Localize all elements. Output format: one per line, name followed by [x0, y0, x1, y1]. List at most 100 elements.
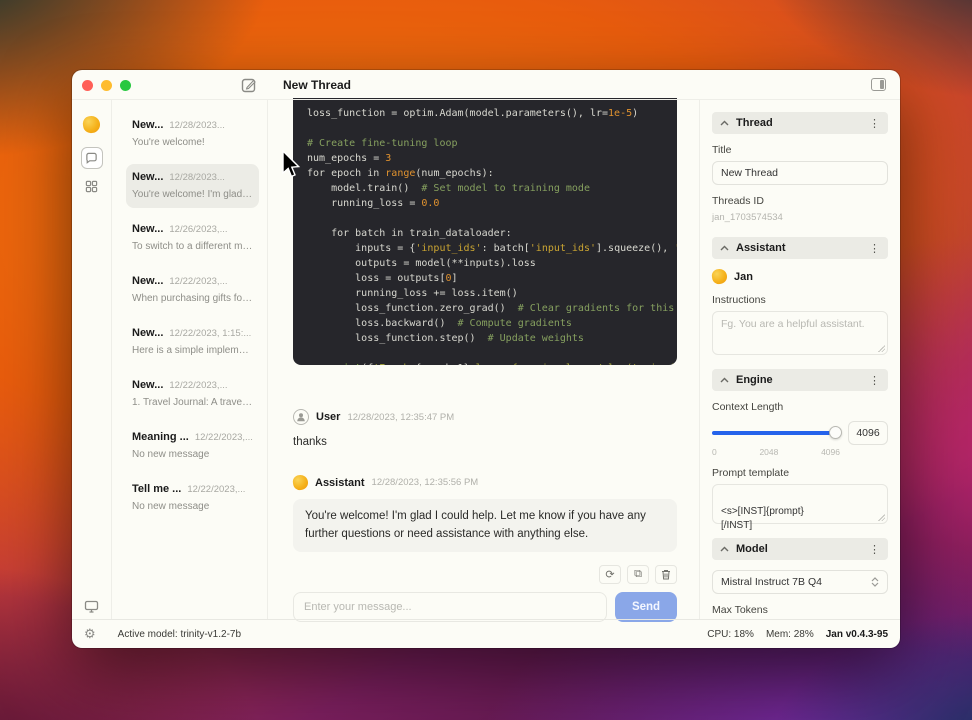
thread-title: New...	[132, 327, 164, 339]
app-version: Jan v0.4.3-95	[825, 628, 888, 640]
sidebar-item-chat[interactable]	[80, 147, 103, 169]
kebab-menu-icon[interactable]: ⋮	[869, 543, 880, 556]
kebab-menu-icon[interactable]: ⋮	[869, 374, 880, 387]
thread-preview: 1. Travel Journal: A travel journ...	[132, 397, 253, 408]
context-length-value: 4096	[848, 421, 888, 445]
assistant-name: Jan	[734, 270, 753, 283]
model-section-header[interactable]: Model ⋮	[712, 538, 888, 560]
threads-id-value: jan_1703574534	[712, 212, 783, 223]
message-actions: ⟳ ⧉	[293, 564, 677, 584]
titlebar: New Thread	[72, 70, 900, 100]
instructions-placeholder: Fg. You are a helpful assistant.	[721, 318, 865, 330]
delete-icon[interactable]	[655, 564, 677, 584]
instructions-textarea[interactable]: Fg. You are a helpful assistant.	[712, 311, 888, 355]
message-timestamp: 12/28/2023, 12:35:47 PM	[347, 411, 455, 423]
chevron-up-icon	[720, 245, 729, 251]
context-length-label: Context Length	[712, 401, 784, 413]
resize-grip-icon[interactable]	[878, 514, 885, 521]
composer: Send	[293, 591, 677, 622]
minimize-window-button[interactable]	[101, 80, 112, 91]
thread-preview: You're welcome!	[132, 137, 205, 148]
send-button[interactable]: Send	[615, 591, 677, 622]
thread-list-item[interactable]: New... 12/22/2023, 1:15:... Here is a simp…	[126, 320, 259, 364]
mouse-cursor	[281, 150, 303, 180]
thread-preview: No new message	[132, 501, 210, 512]
chat-area: loss_function = optim.Adam(model.paramet…	[268, 98, 700, 622]
thread-list: New... 12/28/2023... You're welcome! New...…	[112, 100, 268, 619]
thread-list-item[interactable]: New... 12/22/2023,... 1. Travel Journal: A…	[126, 372, 259, 416]
system-monitor-icon[interactable]	[84, 600, 99, 613]
tick-label: 2048	[759, 447, 779, 457]
user-message-text: thanks	[293, 436, 327, 448]
thread-title: New...	[132, 171, 164, 183]
engine-section-header[interactable]: Engine ⋮	[712, 369, 888, 391]
kebab-menu-icon[interactable]: ⋮	[869, 242, 880, 255]
slider-tick-labels: 0 2048 4096	[712, 447, 888, 457]
message-role: User	[316, 411, 341, 423]
thread-date: 12/28/2023...	[169, 172, 225, 183]
thread-date: 12/26/2023,...	[169, 224, 228, 235]
thread-date: 12/22/2023,...	[194, 432, 253, 443]
thread-title: New...	[132, 119, 164, 131]
select-stepper-icon	[871, 577, 879, 587]
tick-label: 4096	[821, 447, 840, 457]
zoom-window-button[interactable]	[120, 80, 131, 91]
thread-title: New...	[132, 379, 164, 391]
kebab-menu-icon[interactable]: ⋮	[869, 117, 880, 130]
sidebar-item-hub[interactable]	[81, 175, 103, 197]
toggle-right-panel-icon[interactable]	[871, 78, 886, 91]
assistant-section-header[interactable]: Assistant ⋮	[712, 237, 888, 259]
active-model-status: Active model: trinity-v1.2-7b	[117, 628, 242, 640]
thread-date: 12/22/2023,...	[169, 276, 228, 287]
thread-title-label: Title	[712, 144, 732, 156]
assistant-identity: Jan	[711, 268, 888, 285]
thread-preview: You're welcome! I'm glad I cou...	[132, 189, 253, 200]
copy-icon[interactable]: ⧉	[627, 564, 649, 584]
section-title: Thread	[736, 117, 773, 129]
thread-date: 12/22/2023,...	[169, 380, 228, 391]
chevron-up-icon	[720, 546, 729, 552]
model-select[interactable]: Mistral Instruct 7B Q4	[712, 570, 888, 594]
right-panel: Thread ⋮ Title Threads ID jan_1703574534…	[700, 100, 900, 619]
thread-date: 12/28/2023...	[169, 120, 225, 131]
thread-title: New...	[132, 275, 164, 287]
message-timestamp: 12/28/2023, 12:35:56 PM	[371, 477, 479, 489]
thread-list-item[interactable]: Meaning ... 12/22/2023,... No new message	[126, 424, 259, 468]
thread-title: Tell me ...	[132, 483, 182, 495]
thread-title: New...	[132, 223, 164, 235]
thread-date: 12/22/2023,...	[187, 484, 246, 495]
thread-list-item[interactable]: New... 12/28/2023... You're welcome! I'm g…	[126, 164, 259, 208]
thread-title: Meaning ...	[132, 431, 189, 443]
regenerate-icon[interactable]: ⟳	[599, 564, 621, 584]
section-title: Model	[736, 543, 768, 555]
settings-gear-icon[interactable]: ⚙	[84, 626, 96, 642]
thread-section-header[interactable]: Thread ⋮	[712, 112, 888, 134]
code-block: loss_function = optim.Adam(model.paramet…	[293, 98, 677, 365]
jan-app-window: New Thread New... 12/28/2023... You're w…	[72, 70, 900, 648]
thread-list-item[interactable]: Tell me ... 12/22/2023,... No new message	[126, 476, 259, 520]
user-avatar-icon	[293, 409, 309, 425]
thread-preview: To switch to a different model,...	[132, 241, 253, 252]
jan-hand-icon	[711, 268, 728, 285]
prompt-template-textarea[interactable]: <s>[INST]{prompt} [/INST]	[712, 484, 888, 531]
max-tokens-label: Max Tokens	[712, 604, 768, 616]
status-bar: ⚙ Active model: trinity-v1.2-7b CPU: 18%…	[72, 619, 900, 648]
assistant-avatar-hand-icon	[292, 474, 309, 492]
thread-list-item[interactable]: New... 12/26/2023,... To switch to a diffe…	[126, 216, 259, 260]
section-title: Engine	[736, 374, 773, 386]
prompt-template-value: <s>[INST]{prompt} [/INST]	[721, 506, 804, 531]
close-window-button[interactable]	[82, 80, 93, 91]
resize-grip-icon[interactable]	[878, 345, 885, 352]
context-length-control: 4096	[712, 421, 888, 445]
instructions-label: Instructions	[712, 294, 766, 306]
thread-list-item[interactable]: New... 12/28/2023... You're welcome!	[126, 112, 259, 156]
chevron-up-icon	[720, 377, 729, 383]
thread-list-item[interactable]: New... 12/22/2023,... When purchasing gift…	[126, 268, 259, 312]
slider-knob[interactable]	[829, 426, 842, 439]
context-length-slider[interactable]	[712, 423, 842, 443]
jan-logo-hand-icon	[81, 114, 102, 135]
new-thread-compose-icon[interactable]	[241, 77, 257, 93]
thread-title-input[interactable]	[712, 161, 888, 185]
message-input[interactable]	[293, 591, 607, 622]
chevron-up-icon	[720, 120, 729, 126]
